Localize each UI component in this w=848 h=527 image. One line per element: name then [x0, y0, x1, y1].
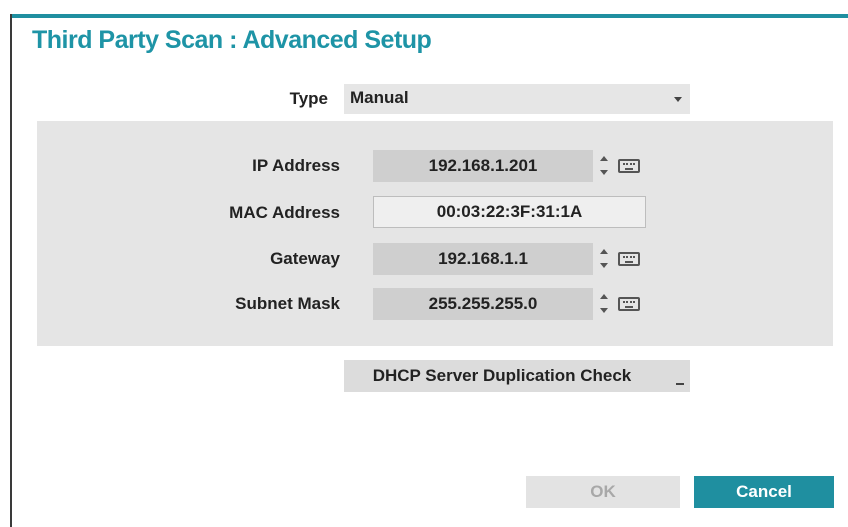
- dhcp-server-duplication-check-button[interactable]: DHCP Server Duplication Check: [344, 360, 690, 392]
- spinner-down-icon[interactable]: [600, 308, 608, 313]
- minimize-dash-icon: [676, 383, 684, 385]
- dialog-top-border: [10, 14, 848, 18]
- spinner-down-icon[interactable]: [600, 170, 608, 175]
- ip-address-field[interactable]: 192.168.1.201: [373, 150, 593, 182]
- dialog-title: Third Party Scan : Advanced Setup: [32, 26, 432, 54]
- cancel-button[interactable]: Cancel: [694, 476, 834, 508]
- subnet-mask-field[interactable]: 255.255.255.0: [373, 288, 593, 320]
- mac-address-label: MAC Address: [229, 203, 340, 222]
- spinner-up-icon[interactable]: [600, 249, 608, 254]
- mac-address-field: 00:03:22:3F:31:1A: [373, 196, 646, 228]
- advanced-setup-dialog: Third Party Scan : Advanced Setup Type M…: [0, 0, 848, 527]
- keyboard-icon[interactable]: [618, 297, 640, 311]
- keyboard-icon[interactable]: [618, 159, 640, 173]
- gateway-field[interactable]: 192.168.1.1: [373, 243, 593, 275]
- keyboard-icon[interactable]: [618, 252, 640, 266]
- gateway-spinner[interactable]: [598, 243, 612, 275]
- type-select-value: Manual: [350, 88, 409, 107]
- ip-address-spinner[interactable]: [598, 150, 612, 182]
- spinner-down-icon[interactable]: [600, 263, 608, 268]
- chevron-down-icon: [674, 97, 682, 102]
- type-label: Type: [289, 89, 328, 108]
- dhcp-button-label: DHCP Server Duplication Check: [372, 366, 632, 385]
- spinner-up-icon[interactable]: [600, 294, 608, 299]
- ok-button[interactable]: OK: [526, 476, 680, 508]
- subnet-mask-spinner[interactable]: [598, 288, 612, 320]
- ip-address-label: IP Address: [252, 156, 340, 175]
- spinner-up-icon[interactable]: [600, 156, 608, 161]
- gateway-label: Gateway: [270, 249, 340, 268]
- subnet-mask-label: Subnet Mask: [235, 294, 340, 313]
- dialog-left-border: [10, 14, 12, 527]
- type-select[interactable]: Manual: [344, 84, 690, 114]
